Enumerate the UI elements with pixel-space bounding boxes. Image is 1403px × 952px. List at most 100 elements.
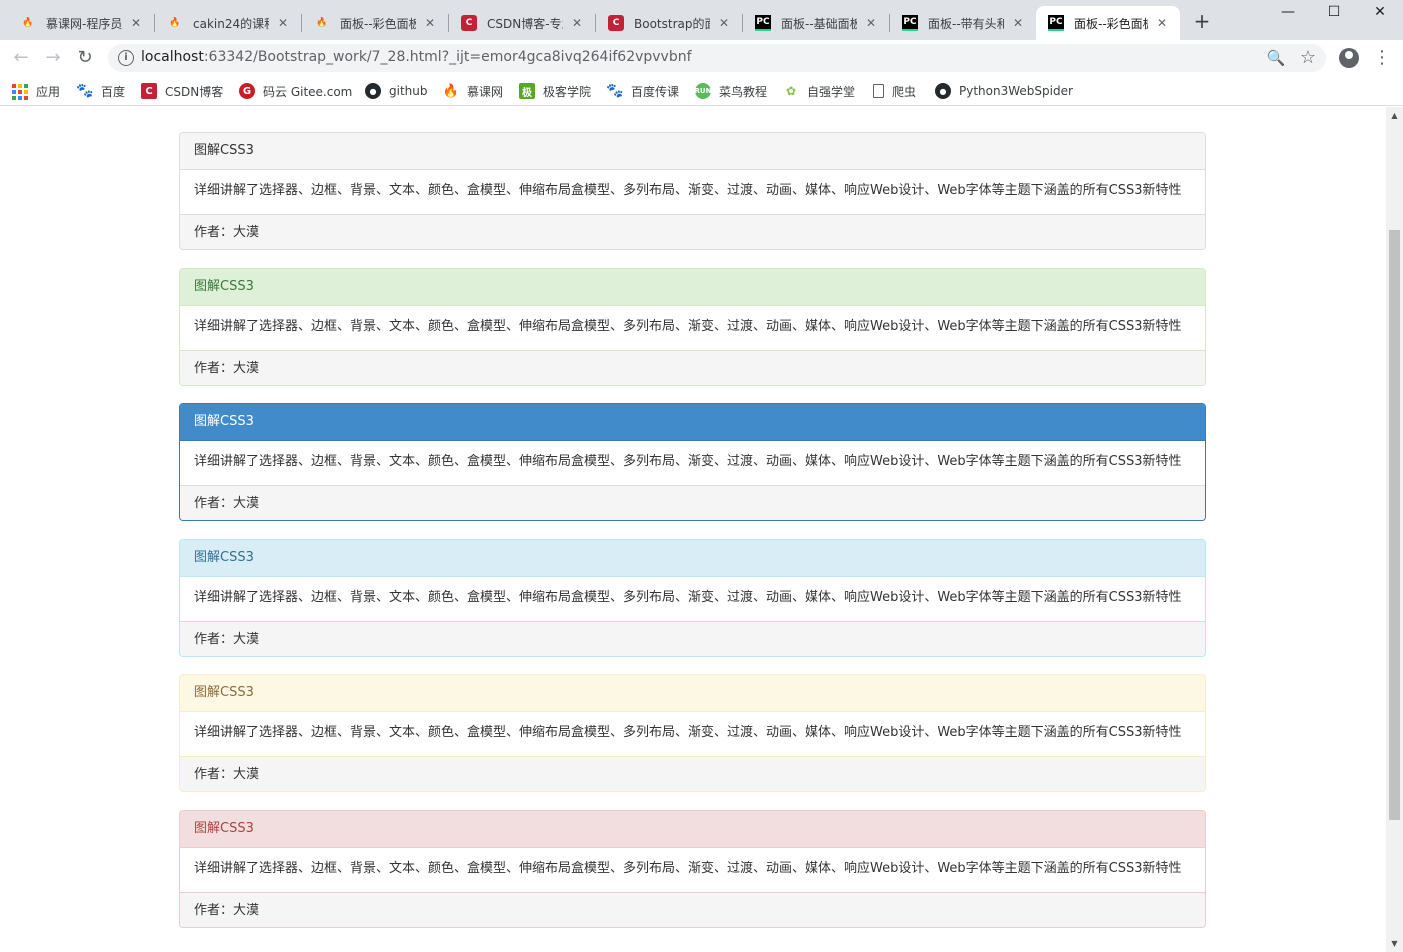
close-window-button[interactable]: ✕ <box>1357 0 1403 26</box>
tab-title: CSDN博客-专业IT技术 <box>487 16 563 31</box>
panel-body: 详细讲解了选择器、边框、背景、文本、颜色、盒模型、伸缩布局盒模型、多列布局、渐变… <box>194 861 1182 876</box>
tab-colored-panel-imooc[interactable]: 🔥 面板--彩色面板 ✕ <box>302 6 448 40</box>
tab-title: 面板--彩色面板 <box>340 16 416 31</box>
csdn-icon: C <box>141 83 157 99</box>
bookmark-runoob[interactable]: RUN 菜鸟教程 <box>695 81 767 101</box>
panel-heading: 图解CSS3 <box>180 540 1205 577</box>
tab-bootstrap-panel[interactable]: C Bootstrap的面板 ✕ <box>596 6 742 40</box>
bookmark-csdn[interactable]: C CSDN博客 <box>141 81 223 101</box>
close-icon[interactable]: ✕ <box>275 15 291 31</box>
panel-body: 详细讲解了选择器、边框、背景、文本、颜色、盒模型、伸缩布局盒模型、多列布局、渐变… <box>194 725 1182 740</box>
bookmark-imooc[interactable]: 🔥 慕课网 <box>443 81 503 101</box>
url-text[interactable]: localhost:63342/Bootstrap_work/7_28.html… <box>141 49 692 65</box>
tab-csdn[interactable]: C CSDN博客-专业IT技术 ✕ <box>449 6 595 40</box>
panel-footer: 作者：大漠 <box>180 621 1205 656</box>
tab-header-footer-panel[interactable]: PC 面板--带有头和尾 ✕ <box>890 6 1036 40</box>
url-path: :63342/Bootstrap_work/7_28.html?_ijt=emo… <box>203 49 692 65</box>
pycharm-icon: PC <box>1048 15 1064 31</box>
bookmark-label: 爬虫 <box>892 84 917 99</box>
bookmark-label: 慕课网 <box>467 84 504 99</box>
scroll-thumb[interactable] <box>1389 230 1400 820</box>
browser-toolbar: ← → ↻ i localhost:63342/Bootstrap_work/7… <box>0 40 1403 76</box>
bookmark-apps[interactable]: 应用 <box>12 81 60 101</box>
fire-icon: 🔥 <box>22 18 34 28</box>
bookmark-crawler[interactable]: 爬虫 <box>873 81 916 101</box>
tab-cakin24[interactable]: 🔥 cakin24的课程 ✕ <box>155 6 301 40</box>
bookmark-label: 百度 <box>101 84 126 99</box>
minimize-button[interactable]: — <box>1265 0 1311 26</box>
panel-body: 详细讲解了选择器、边框、背景、文本、颜色、盒模型、伸缩布局盒模型、多列布局、渐变… <box>194 319 1182 334</box>
bookmark-jikexueyuan[interactable]: 极 极客学院 <box>519 81 591 101</box>
back-button[interactable]: ← <box>9 46 33 70</box>
panel-footer: 作者：大漠 <box>180 214 1205 249</box>
star-icon[interactable]: ☆ <box>1298 48 1318 68</box>
panel-warning: 图解CSS3 详细讲解了选择器、边框、背景、文本、颜色、盒模型、伸缩布局盒模型、… <box>179 674 1206 792</box>
bookmark-ziqiang[interactable]: ✿ 自强学堂 <box>783 81 855 101</box>
panel-danger: 图解CSS3 详细讲解了选择器、边框、背景、文本、颜色、盒模型、伸缩布局盒模型、… <box>179 810 1206 928</box>
close-icon[interactable]: ✕ <box>1010 15 1026 31</box>
tab-imooc[interactable]: 🔥 慕课网-程序员的梦工厂 ✕ <box>8 6 154 40</box>
panel-info: 图解CSS3 详细讲解了选择器、边框、背景、文本、颜色、盒模型、伸缩布局盒模型、… <box>179 539 1206 657</box>
document-icon <box>873 84 884 98</box>
github-icon: ● <box>935 83 951 99</box>
panel-body: 详细讲解了选择器、边框、背景、文本、颜色、盒模型、伸缩布局盒模型、多列布局、渐变… <box>194 590 1182 605</box>
panel-body: 详细讲解了选择器、边框、背景、文本、颜色、盒模型、伸缩布局盒模型、多列布局、渐变… <box>194 454 1182 469</box>
bookmark-label: 自强学堂 <box>807 84 856 99</box>
panel-heading: 图解CSS3 <box>180 811 1205 848</box>
bookmark-label: 极客学院 <box>543 84 592 99</box>
close-icon[interactable]: ✕ <box>1154 15 1170 31</box>
forward-button[interactable]: → <box>41 46 65 70</box>
bookmark-label: CSDN博客 <box>165 84 224 99</box>
profile-avatar-icon[interactable] <box>1339 48 1359 68</box>
info-icon[interactable]: i <box>118 50 134 66</box>
panel-default: 图解CSS3 详细讲解了选择器、边框、背景、文本、颜色、盒模型、伸缩布局盒模型、… <box>179 132 1206 250</box>
tab-title: 面板--彩色面板 <box>1074 16 1148 31</box>
bookmark-label: Python3WebSpider <box>959 84 1073 98</box>
tab-title: 慕课网-程序员的梦工厂 <box>46 16 122 31</box>
gitee-icon: G <box>239 83 255 99</box>
close-icon[interactable]: ✕ <box>128 15 144 31</box>
pycharm-icon: PC <box>902 15 918 31</box>
panel-footer: 作者：大漠 <box>180 485 1205 520</box>
panel-heading: 图解CSS3 <box>180 675 1205 712</box>
bookmark-github[interactable]: ● github <box>365 81 427 101</box>
bookmark-python3webspider[interactable]: ● Python3WebSpider <box>935 81 1073 101</box>
new-tab-button[interactable]: + <box>1190 10 1214 34</box>
bookmark-label: 菜鸟教程 <box>719 84 768 99</box>
jike-icon: 极 <box>519 83 535 99</box>
csdn-icon: C <box>461 15 477 31</box>
close-icon[interactable]: ✕ <box>422 15 438 31</box>
page-scrollbar[interactable]: ▲ ▼ <box>1386 107 1403 952</box>
panel-heading: 图解CSS3 <box>180 133 1205 170</box>
zoom-icon[interactable]: 🔍 <box>1266 48 1286 68</box>
bookmark-gitee[interactable]: G 码云 Gitee.com <box>239 81 352 101</box>
url-host: localhost <box>141 49 204 65</box>
panel-footer: 作者：大漠 <box>180 892 1205 927</box>
fire-icon: 🔥 <box>442 83 460 99</box>
scroll-up-arrow-icon[interactable]: ▲ <box>1386 107 1403 124</box>
bookmark-baidu-chuanke[interactable]: 🐾 百度传课 <box>606 81 679 101</box>
panel-footer: 作者：大漠 <box>180 756 1205 791</box>
panel-primary: 图解CSS3 详细讲解了选择器、边框、背景、文本、颜色、盒模型、伸缩布局盒模型、… <box>179 403 1206 521</box>
close-icon[interactable]: ✕ <box>716 15 732 31</box>
reload-button[interactable]: ↻ <box>73 46 97 70</box>
tab-title: 面板--基础面板 <box>781 16 857 31</box>
menu-icon[interactable]: ⋮ <box>1370 46 1394 70</box>
address-bar[interactable]: i localhost:63342/Bootstrap_work/7_28.ht… <box>108 44 1326 72</box>
bookmarks-bar: 应用 🐾 百度 C CSDN博客 G 码云 Gitee.com ● github… <box>0 76 1403 106</box>
baidu-icon: 🐾 <box>606 83 624 99</box>
ziqiang-icon: ✿ <box>785 84 797 98</box>
fire-icon: 🔥 <box>316 18 328 28</box>
bookmark-baidu[interactable]: 🐾 百度 <box>76 81 126 101</box>
github-icon: ● <box>365 83 381 99</box>
bookmark-label: 码云 Gitee.com <box>263 84 353 99</box>
tab-title: cakin24的课程 <box>193 16 269 31</box>
maximize-button[interactable]: ☐ <box>1311 0 1357 26</box>
tab-basic-panel[interactable]: PC 面板--基础面板 ✕ <box>743 6 889 40</box>
close-icon[interactable]: ✕ <box>863 15 879 31</box>
tab-colored-panel-active[interactable]: PC 面板--彩色面板 ✕ <box>1036 6 1180 40</box>
close-icon[interactable]: ✕ <box>569 15 585 31</box>
page-viewport: 图解CSS3 详细讲解了选择器、边框、背景、文本、颜色、盒模型、伸缩布局盒模型、… <box>0 107 1386 952</box>
scroll-down-arrow-icon[interactable]: ▼ <box>1386 935 1403 952</box>
bookmark-label: 应用 <box>36 84 61 99</box>
